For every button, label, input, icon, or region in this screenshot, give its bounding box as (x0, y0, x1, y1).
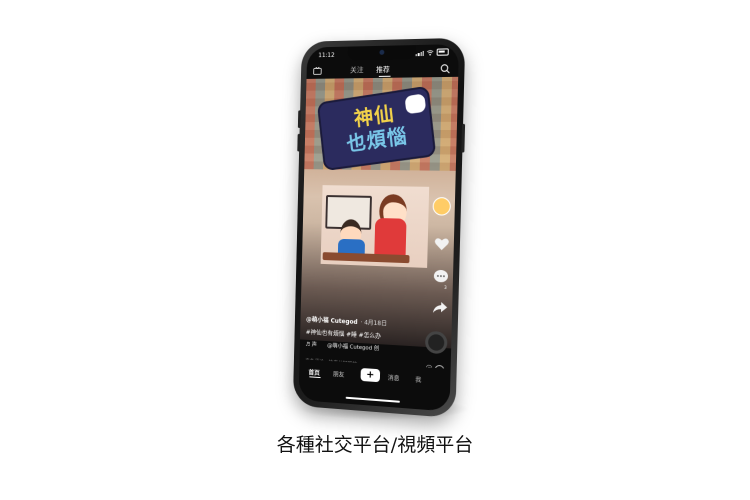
nav-inbox[interactable]: 消息 (388, 373, 400, 383)
notch (347, 45, 416, 61)
create-post-button[interactable]: + (360, 367, 381, 383)
front-camera (379, 49, 385, 55)
power-button (461, 123, 466, 153)
heart-icon[interactable] (434, 236, 451, 253)
tab-active-indicator (378, 75, 391, 78)
volume-down-button (297, 133, 301, 152)
top-nav: 关注 推荐 (306, 61, 458, 79)
comment-count: 3 (444, 284, 447, 291)
status-time: 11:12 (318, 51, 335, 60)
tab-recommend[interactable]: 推荐 (376, 65, 390, 75)
share-icon[interactable] (432, 299, 448, 316)
live-tv-icon[interactable] (313, 67, 322, 75)
nav-friends[interactable]: 朋友 (333, 369, 345, 379)
search-icon[interactable] (440, 64, 450, 74)
music-line[interactable]: ♬ 声 @萌小福 Cutegod 创 (305, 340, 423, 355)
home-indicator (345, 396, 400, 403)
nav-me[interactable]: 我 (415, 375, 421, 384)
phone-mockup: 11:12 关注 推荐 神仙 也煩惱 3 @萌小福 Cutegod · 4月18… (292, 37, 466, 419)
nav-home-indicator (309, 376, 321, 379)
volume-up-button (297, 110, 302, 128)
phone-screen: 11:12 关注 推荐 神仙 也煩惱 3 @萌小福 Cutegod · 4月18… (298, 44, 460, 412)
music-text: ♬ 声 @萌小福 Cutegod 创 (305, 341, 380, 353)
wifi-icon (427, 49, 434, 55)
footer-caption: 各種社交平台/視頻平台 (276, 434, 474, 456)
tab-follow[interactable]: 关注 (350, 65, 364, 75)
comment-icon[interactable] (433, 268, 449, 285)
video-caption: @萌小福 Cutegod · 4月18日 #神仙也有煩惱 #睡 #怎么办 ♬ 声 … (305, 314, 423, 355)
author-name[interactable]: @萌小福 Cutegod (306, 316, 358, 326)
music-disc-icon[interactable] (424, 330, 448, 355)
signal-icon (415, 49, 424, 56)
post-date: · 4月18日 (360, 319, 387, 328)
battery-icon (436, 48, 449, 56)
status-icons (415, 48, 449, 56)
